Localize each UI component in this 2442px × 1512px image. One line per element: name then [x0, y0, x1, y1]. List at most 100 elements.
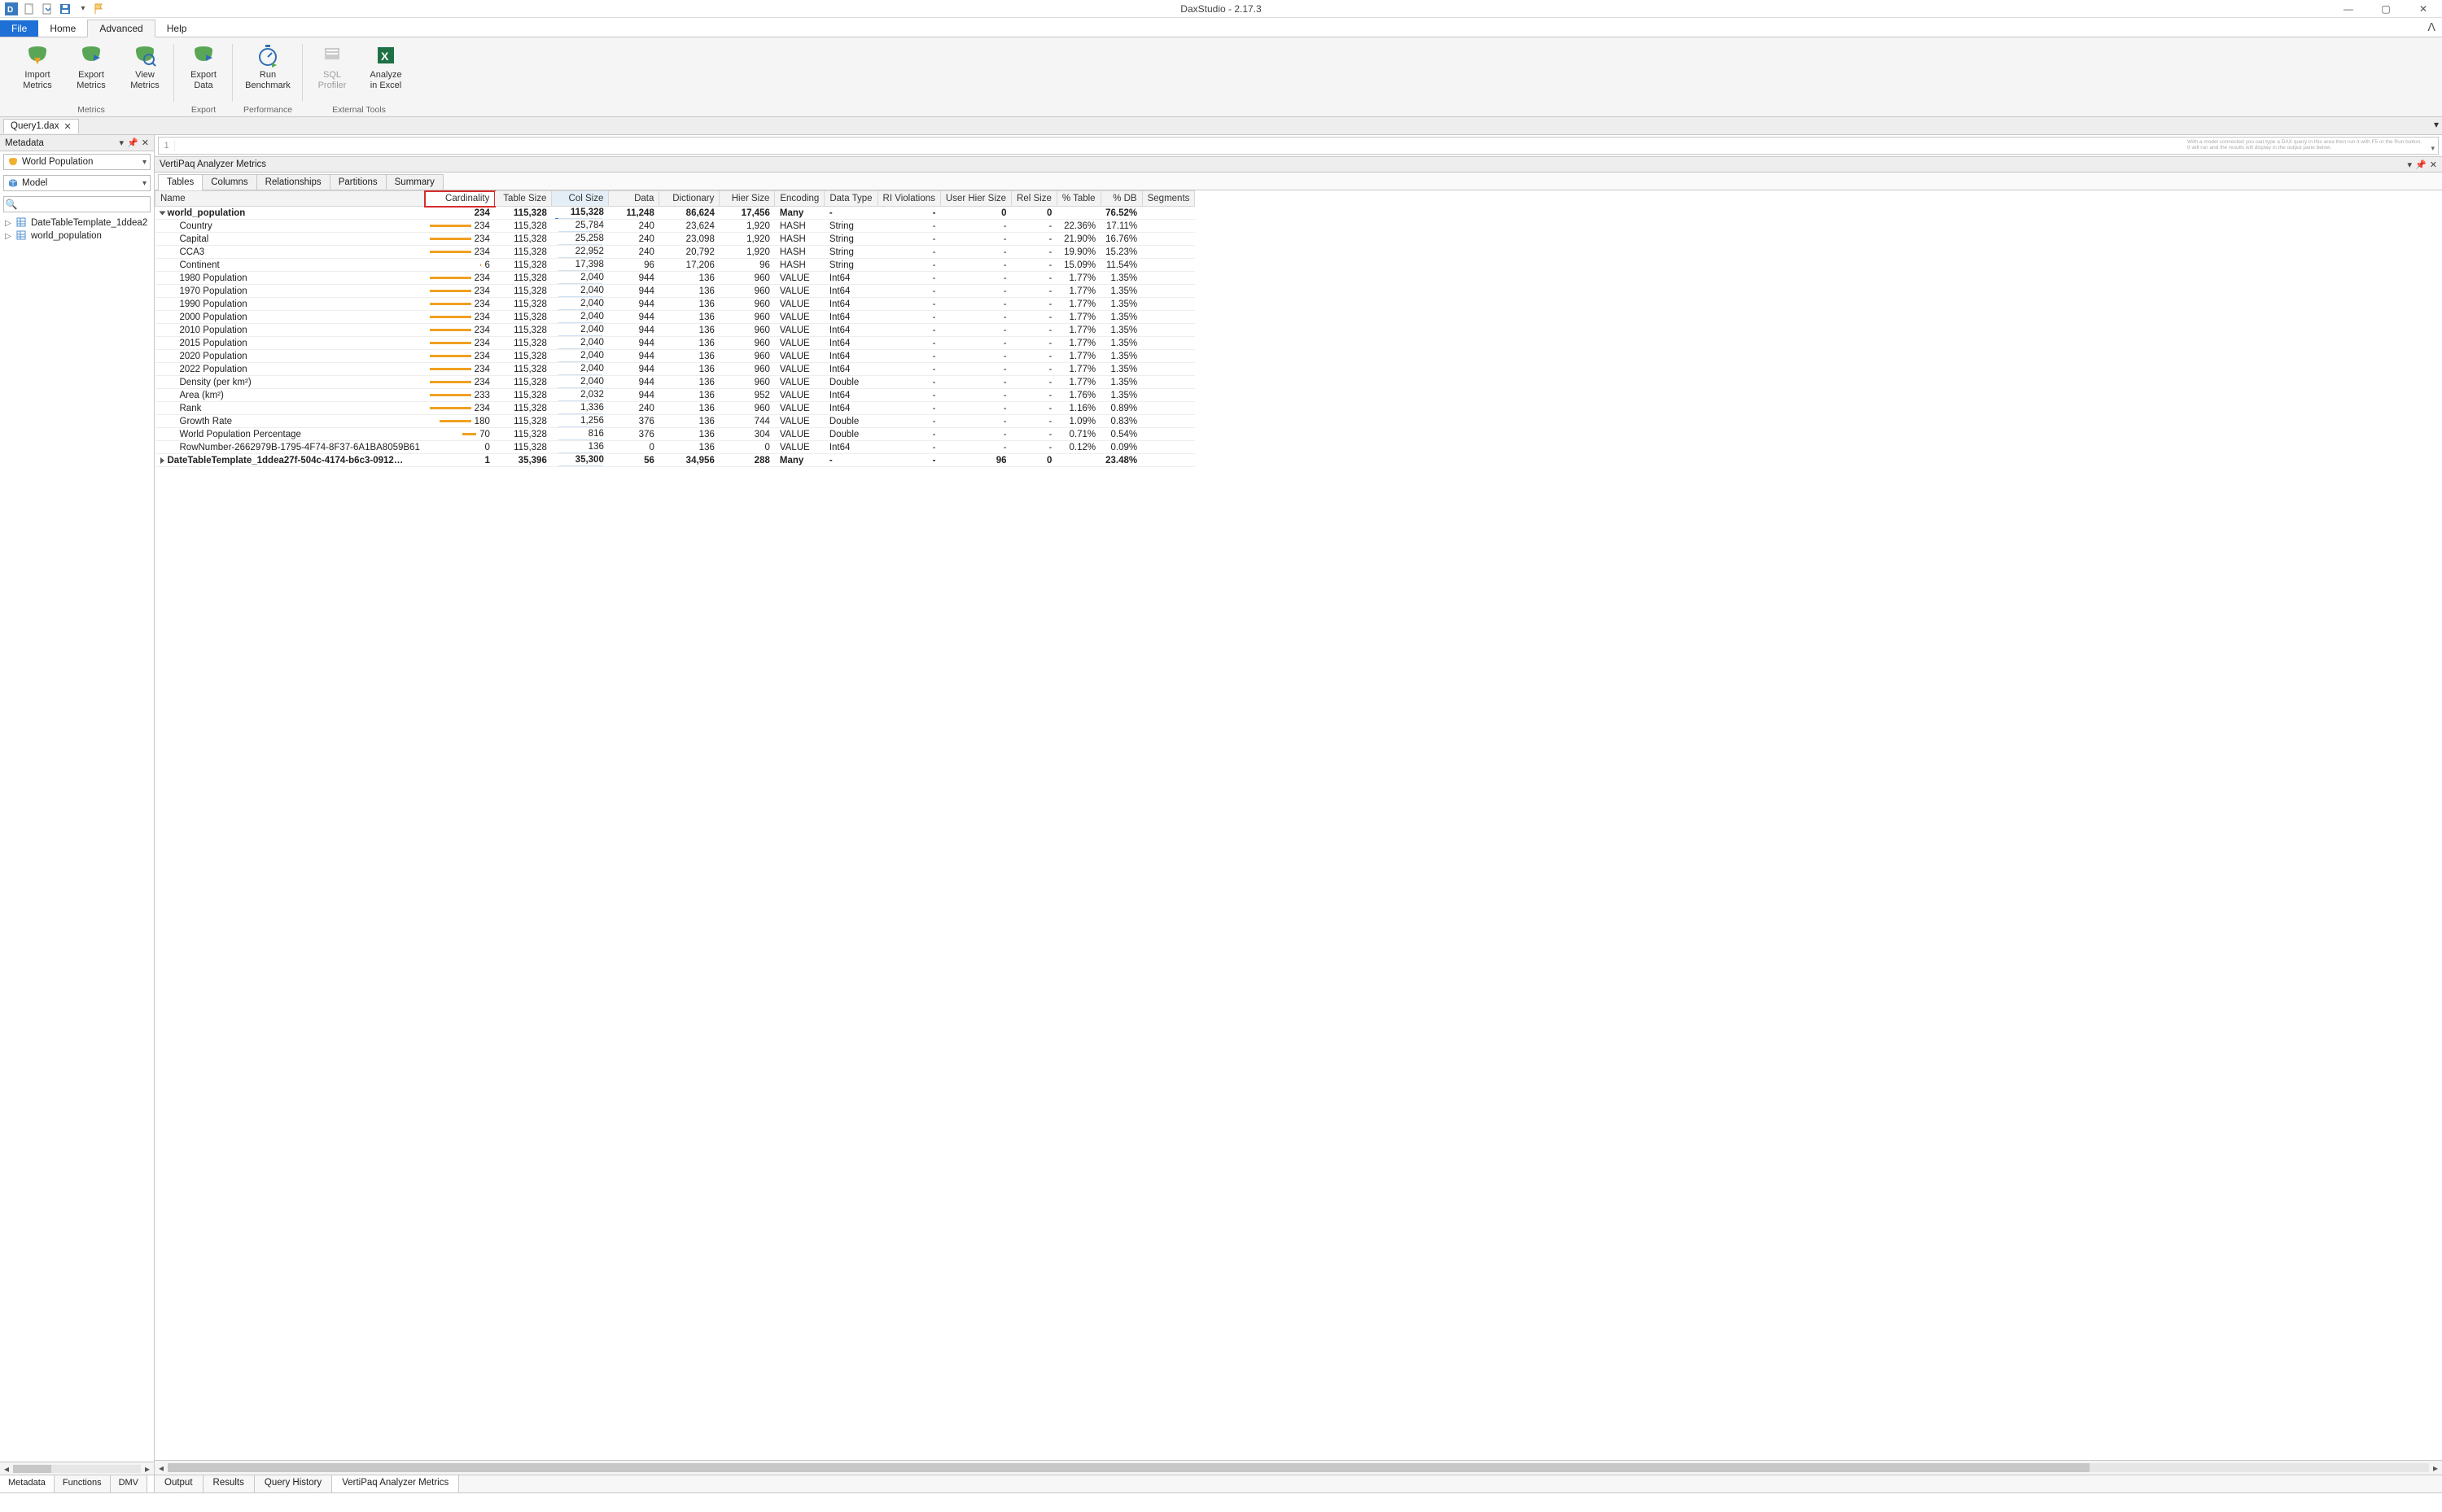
scroll-left-icon[interactable]: ◂: [0, 1463, 13, 1475]
analyze-in-excel-button[interactable]: X Analyze in Excel: [363, 41, 409, 91]
expand-icon[interactable]: ▷: [5, 232, 13, 241]
scroll-thumb[interactable]: [168, 1463, 2090, 1472]
new-icon[interactable]: [23, 2, 36, 15]
view-metrics-button[interactable]: View Metrics: [122, 41, 168, 91]
vpa-grid-scroll[interactable]: Name Cardinality Table Size Col Size Dat…: [155, 190, 2442, 1460]
panel-close-icon[interactable]: ✕: [2430, 160, 2437, 170]
col-encoding[interactable]: Encoding: [775, 191, 825, 207]
database-combo[interactable]: World Population ▾: [3, 154, 151, 170]
subtab-columns[interactable]: Columns: [202, 174, 256, 190]
tree-node[interactable]: ▷ world_population: [0, 229, 154, 243]
expand-icon[interactable]: ▷: [5, 219, 13, 228]
save-icon[interactable]: [59, 2, 72, 15]
table-row[interactable]: RowNumber-2662979B-1795-4F74-8F37-6A1BA8…: [155, 441, 1195, 454]
metadata-search[interactable]: 🔍: [3, 196, 151, 212]
subtab-partitions[interactable]: Partitions: [330, 174, 387, 190]
ribbon-collapse-icon[interactable]: ᐱ: [2427, 20, 2435, 34]
col-hier-size[interactable]: Hier Size: [720, 191, 775, 207]
table-row[interactable]: Growth Rate180115,3281,256376136744VALUE…: [155, 415, 1195, 428]
tab-functions[interactable]: Functions: [55, 1475, 111, 1492]
formula-expand-icon[interactable]: ▾: [2431, 144, 2435, 153]
table-row[interactable]: world_population234115,328115,32811,2488…: [155, 207, 1195, 220]
tree-node[interactable]: ▷ DateTableTemplate_1ddea2: [0, 216, 154, 229]
notification-flag-icon[interactable]: [90, 0, 107, 18]
maximize-button[interactable]: ▢: [2367, 0, 2405, 18]
table-row[interactable]: 2015 Population234115,3282,040944136960V…: [155, 337, 1195, 350]
panel-pin-icon[interactable]: 📌: [127, 138, 138, 148]
tab-advanced[interactable]: Advanced: [87, 20, 155, 37]
model-combo[interactable]: Model ▾: [3, 175, 151, 191]
table-row[interactable]: 1990 Population234115,3282,040944136960V…: [155, 298, 1195, 311]
metadata-tree[interactable]: ▷ DateTableTemplate_1ddea2 ▷ world_popul…: [0, 215, 154, 1462]
open-icon[interactable]: [41, 2, 54, 15]
col-pct-table[interactable]: % Table: [1057, 191, 1101, 207]
table-row[interactable]: Rank234115,3281,336240136960VALUEInt64--…: [155, 402, 1195, 415]
col-data[interactable]: Data: [609, 191, 659, 207]
col-user-hier-size[interactable]: User Hier Size: [940, 191, 1011, 207]
subtab-relationships[interactable]: Relationships: [256, 174, 330, 190]
tab-output[interactable]: Output: [155, 1475, 204, 1492]
col-table-size[interactable]: Table Size: [495, 191, 552, 207]
col-col-size[interactable]: Col Size: [552, 191, 609, 207]
table-row[interactable]: Density (per km²)234115,3282,04094413696…: [155, 376, 1195, 389]
table-row[interactable]: Area (km²)233115,3282,032944136952VALUEI…: [155, 389, 1195, 402]
metadata-hscrollbar[interactable]: ◂ ▸: [0, 1462, 154, 1475]
metadata-search-input[interactable]: [19, 199, 150, 209]
close-button[interactable]: ✕: [2405, 0, 2442, 18]
table-row[interactable]: 1980 Population234115,3282,040944136960V…: [155, 272, 1195, 285]
panel-pin-icon[interactable]: 📌: [2415, 160, 2427, 170]
tab-query-history[interactable]: Query History: [255, 1475, 332, 1492]
panel-close-icon[interactable]: ✕: [142, 138, 149, 148]
col-rel-size[interactable]: Rel Size: [1012, 191, 1057, 207]
table-row[interactable]: 2020 Population234115,3282,040944136960V…: [155, 350, 1195, 363]
formula-bar[interactable]: 1 With a model connected you can type a …: [158, 137, 2439, 155]
vpa-grid-hscrollbar[interactable]: ◂ ▸: [155, 1460, 2442, 1475]
table-row[interactable]: Continent6115,32817,3989617,20696HASHStr…: [155, 259, 1195, 272]
col-data-type[interactable]: Data Type: [825, 191, 877, 207]
table-row[interactable]: CCA3234115,32822,95224020,7921,920HASHSt…: [155, 246, 1195, 259]
scroll-left-icon[interactable]: ◂: [155, 1462, 168, 1474]
table-row[interactable]: World Population Percentage70115,3288163…: [155, 428, 1195, 441]
table-row[interactable]: 2022 Population234115,3282,040944136960V…: [155, 363, 1195, 376]
tab-metadata[interactable]: Metadata: [0, 1475, 55, 1492]
table-row[interactable]: 1970 Population234115,3282,040944136960V…: [155, 285, 1195, 298]
document-tab[interactable]: Query1.dax ✕: [3, 119, 79, 133]
table-row[interactable]: DateTableTemplate_1ddea27f-504c-4174-b6c…: [155, 454, 1195, 467]
export-metrics-button[interactable]: Export Metrics: [68, 41, 114, 91]
col-dictionary[interactable]: Dictionary: [659, 191, 720, 207]
col-cardinality[interactable]: Cardinality: [425, 191, 495, 207]
tab-dmv[interactable]: DMV: [111, 1475, 147, 1492]
col-name[interactable]: Name: [155, 191, 425, 207]
document-tab-close-icon[interactable]: ✕: [63, 121, 71, 132]
table-row[interactable]: Capital234115,32825,25824023,0981,920HAS…: [155, 233, 1195, 246]
export-data-button[interactable]: Export Data: [181, 41, 226, 91]
tab-file[interactable]: File: [0, 20, 38, 37]
expand-icon[interactable]: [159, 211, 165, 215]
import-metrics-button[interactable]: Import Metrics: [15, 41, 60, 91]
table-row[interactable]: 2000 Population234115,3282,040944136960V…: [155, 311, 1195, 324]
panel-menu-icon[interactable]: ▾: [120, 138, 125, 148]
scroll-thumb[interactable]: [13, 1465, 51, 1473]
run-benchmark-button[interactable]: Run Benchmark: [239, 41, 296, 91]
tab-help[interactable]: Help: [155, 20, 199, 37]
table-row[interactable]: Country234115,32825,78424023,6241,920HAS…: [155, 220, 1195, 233]
col-ri-violations[interactable]: RI Violations: [877, 191, 940, 207]
minimize-button[interactable]: —: [2330, 0, 2367, 18]
subtab-summary[interactable]: Summary: [386, 174, 444, 190]
col-pct-db[interactable]: % DB: [1101, 191, 1142, 207]
scroll-track[interactable]: [13, 1465, 141, 1473]
tab-vpa-metrics[interactable]: VertiPaq Analyzer Metrics: [332, 1475, 459, 1492]
subtab-tables[interactable]: Tables: [158, 174, 203, 190]
expand-icon[interactable]: [160, 457, 164, 464]
col-segments[interactable]: Segments: [1142, 191, 1195, 207]
qat-dropdown-icon[interactable]: ▾: [77, 2, 90, 15]
tab-home[interactable]: Home: [38, 20, 87, 37]
tab-results[interactable]: Results: [204, 1475, 255, 1492]
scroll-right-icon[interactable]: ▸: [2429, 1462, 2442, 1474]
cell-encoding: VALUE: [780, 430, 810, 439]
table-row[interactable]: 2010 Population234115,3282,040944136960V…: [155, 324, 1195, 337]
scroll-track[interactable]: [168, 1463, 2429, 1472]
document-tabs-menu-icon[interactable]: ▾: [2434, 119, 2439, 130]
panel-menu-icon[interactable]: ▾: [2408, 160, 2413, 170]
scroll-right-icon[interactable]: ▸: [141, 1463, 154, 1475]
